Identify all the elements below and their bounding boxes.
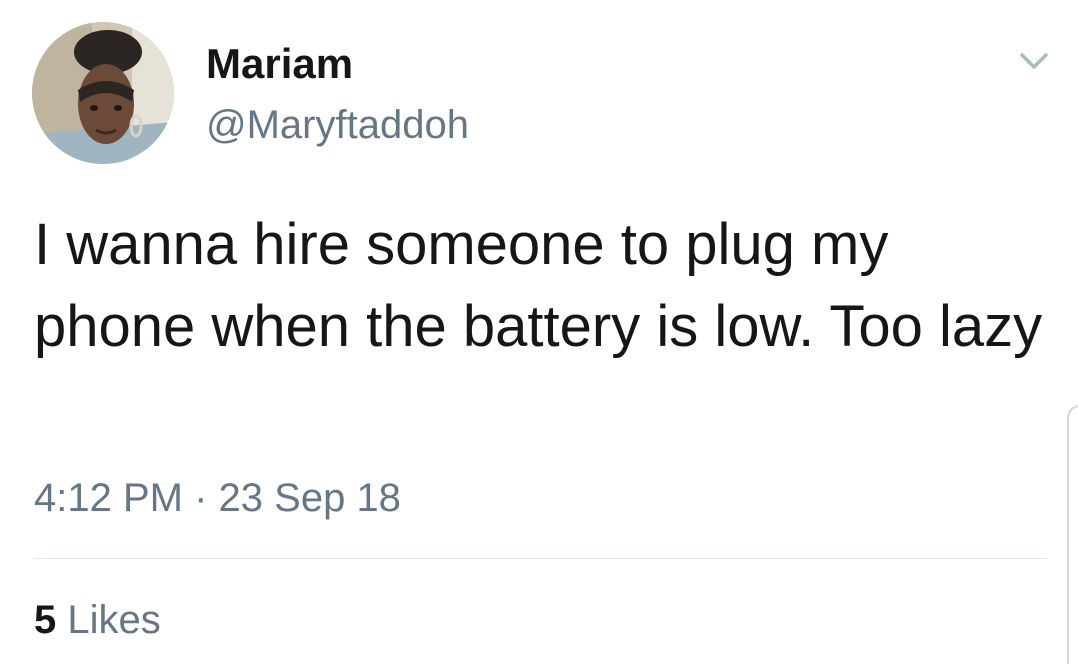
user-handle[interactable]: @Maryftaddoh: [206, 102, 469, 148]
display-name[interactable]: Mariam: [206, 40, 353, 88]
avatar[interactable]: [32, 22, 174, 164]
chevron-down-icon[interactable]: [1014, 46, 1054, 76]
likes-label: Likes: [67, 598, 161, 642]
tweet-date: 23 Sep 18: [218, 476, 401, 520]
screen-edge: [1066, 404, 1078, 664]
tweet-card: Mariam @Maryftaddoh I wanna hire someone…: [0, 0, 1078, 664]
timestamp-separator: ·: [194, 476, 208, 520]
avatar-image: [32, 22, 174, 164]
likes-stat[interactable]: 5 Likes: [34, 596, 161, 644]
likes-count: 5: [34, 598, 57, 642]
tweet-timestamp[interactable]: 4:12 PM · 23 Sep 18: [34, 474, 401, 522]
divider: [34, 558, 1048, 559]
tweet-text: I wanna hire someone to plug my phone wh…: [34, 212, 1043, 359]
tweet-time: 4:12 PM: [34, 476, 183, 520]
